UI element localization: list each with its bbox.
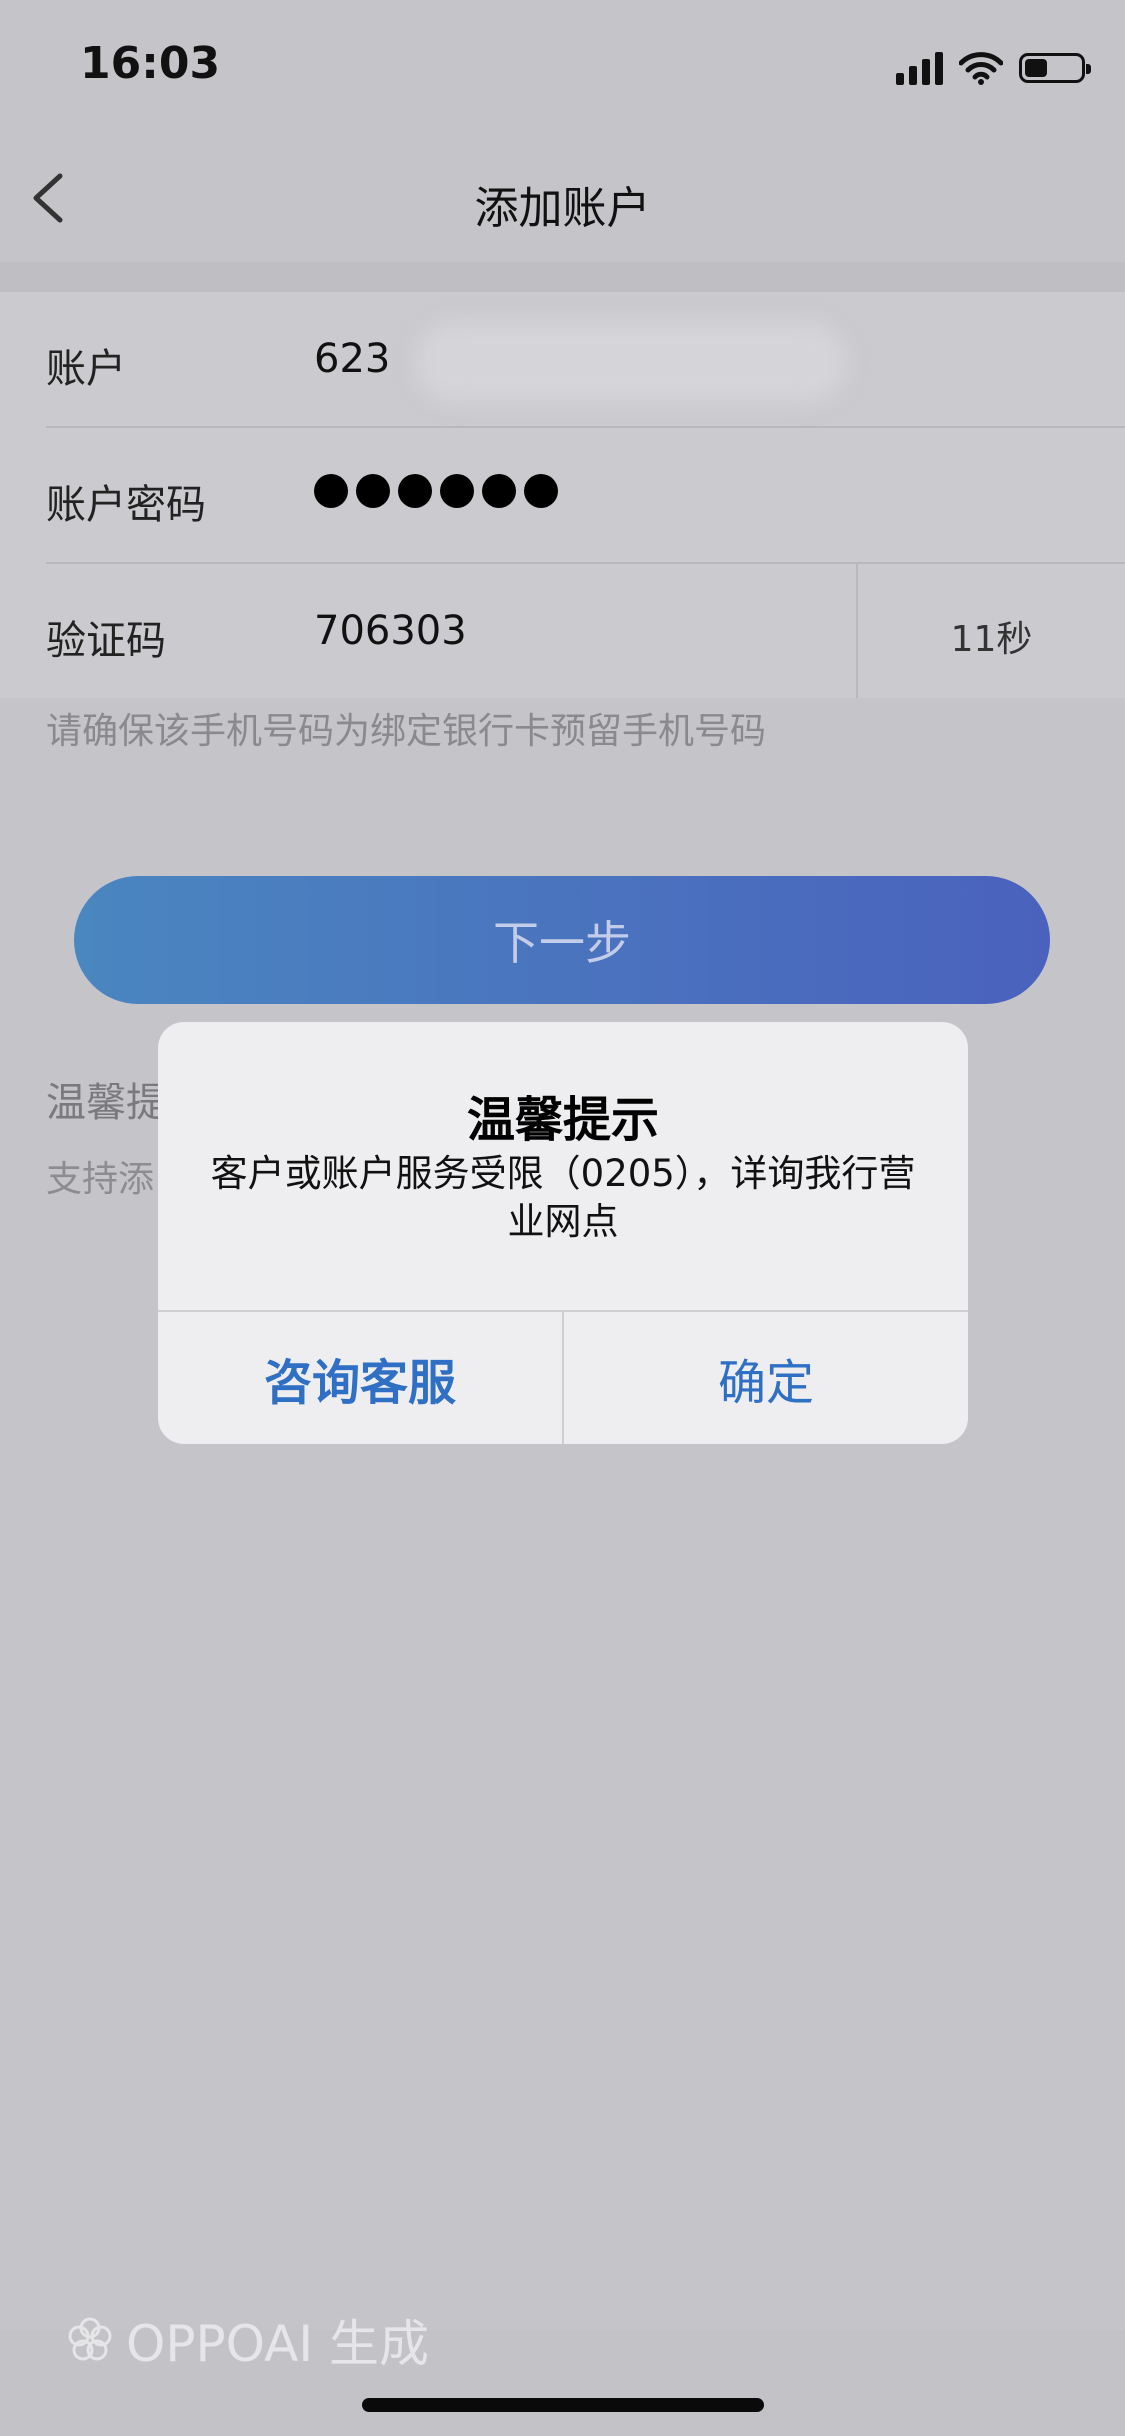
wifi-icon <box>959 52 1003 85</box>
confirm-button[interactable]: 确定 <box>564 1312 968 1444</box>
account-label: 账户 <box>46 346 126 392</box>
alert-dialog: 温馨提示 客户或账户服务受限（0205），详询我行营业网点 咨询客服 确定 <box>158 1022 968 1444</box>
status-bar: 16:03 <box>0 0 1125 140</box>
flower-icon <box>68 2317 112 2361</box>
section-divider <box>0 262 1125 292</box>
dialog-message: 客户或账户服务受限（0205），详询我行营业网点 <box>210 1152 916 1243</box>
account-form: 账户 623 账户密码 验证码 706303 11秒 <box>0 292 1125 698</box>
verification-code-row[interactable]: 验证码 706303 11秒 <box>46 564 1125 698</box>
password-input[interactable] <box>314 474 558 508</box>
signal-icon <box>896 51 943 85</box>
dialog-title: 温馨提示 <box>466 1092 659 1148</box>
page-title: 添加账户 <box>474 183 651 234</box>
password-row[interactable]: 账户密码 <box>46 428 1125 564</box>
status-time: 16:03 <box>80 38 221 89</box>
phone-hint: 请确保该手机号码为绑定银行卡预留手机号码 <box>46 711 767 752</box>
battery-icon <box>1019 53 1091 83</box>
verification-code-label: 验证码 <box>46 618 166 664</box>
nav-bar: 添加账户 <box>0 140 1125 260</box>
password-label: 账户密码 <box>46 482 206 528</box>
contact-service-button[interactable]: 咨询客服 <box>158 1312 562 1444</box>
verification-code-input[interactable]: 706303 <box>314 608 467 654</box>
home-indicator[interactable] <box>362 2398 764 2412</box>
tips-body: 支持添 <box>46 1159 155 1200</box>
account-row[interactable]: 账户 623 <box>46 292 1125 428</box>
watermark-text: OPPOAI 生成 <box>126 2315 429 2373</box>
redacted-account-number <box>416 322 846 402</box>
account-input[interactable]: 623 <box>314 336 390 382</box>
tips-title: 温馨提 <box>46 1080 166 1126</box>
next-button[interactable]: 下一步 <box>74 876 1050 1004</box>
watermark: OPPOAI 生成 <box>64 2304 429 2376</box>
status-icons <box>896 48 1091 88</box>
resend-countdown: 11秒 <box>950 619 1033 660</box>
